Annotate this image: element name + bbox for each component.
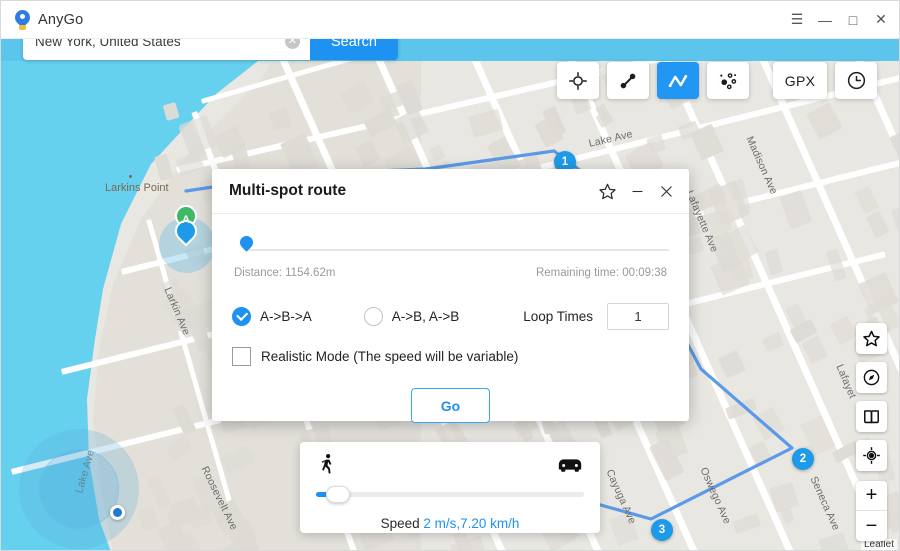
minimize-icon[interactable]: — [811,1,839,39]
close-icon[interactable] [658,183,675,200]
street-label: Seneca Ave [808,475,842,533]
poi-dot [129,175,132,178]
gps-locate-icon[interactable] [856,440,887,471]
map-pin-icon [15,10,30,30]
app-brand: AnyGo [1,10,83,30]
gps-accuracy-halo-inner [39,449,119,529]
radio-a-b-a-b-label: A->B, A->B [392,309,460,324]
radio-a-b-a-b[interactable]: A->B, A->B [364,307,460,326]
speed-endpoints [316,453,584,479]
slider-thumb[interactable] [326,486,350,503]
anygo-window: AnyGo ☰ — □ ✕ Lake AveLake AveLake AveLa… [0,0,900,551]
realistic-mode-checkbox[interactable]: Realistic Mode (The speed will be variab… [232,347,669,366]
jump-teleport-icon[interactable] [707,62,749,99]
window-controls: ☰ — □ ✕ [783,1,900,38]
dialog-title: Multi-spot route [229,182,346,200]
start-pin-icon[interactable]: A [175,205,197,235]
slider-track [316,492,584,497]
street-label: Madison Ave [744,135,780,197]
star-outline-icon[interactable] [598,182,617,201]
book-map-icon[interactable] [856,401,887,432]
start-location-group: A [159,205,219,267]
speed-readout: Speed 2 m/s,7.20 km/h [316,516,584,531]
route-marker-2[interactable]: 2 [792,448,814,470]
car-icon [556,454,584,479]
menu-icon[interactable]: ☰ [783,1,811,39]
checkbox-indicator [232,347,251,366]
zoom-controls: + − [856,481,887,541]
street-label: Lafayette Ave [683,189,720,254]
dialog-actions [598,182,675,201]
mode-toolbar: GPX [557,62,877,99]
speed-panel: Speed 2 m/s,7.20 km/h [300,442,600,533]
radio-a-b-a[interactable]: A->B->A [232,307,312,326]
title-bar: AnyGo ☰ — □ ✕ [1,1,900,39]
minimize-icon[interactable] [629,183,646,200]
distance-label: Distance: 1154.62m [234,267,335,279]
radio-indicator-selected [232,307,251,326]
dialog-body: Distance: 1154.62m Remaining time: 00:09… [212,214,689,423]
route-marker-3[interactable]: 3 [651,519,673,541]
street-label: Roosevelt Ave [199,464,240,532]
two-spot-route-icon[interactable] [607,62,649,99]
dialog-footer: Go [232,388,669,423]
app-title: AnyGo [38,12,83,28]
remaining-time-label: Remaining time: 00:09:38 [536,267,667,279]
speed-slider[interactable] [316,483,584,505]
street-label: Larkin Ave [161,286,192,337]
route-progress[interactable] [232,236,669,258]
realistic-mode-label: Realistic Mode (The speed will be variab… [261,349,518,364]
poi-label-larkins-point: Larkins Point [105,182,169,194]
zoom-out-button[interactable]: − [856,511,887,541]
street-label: Lake Ave [588,128,634,150]
street-label: Lafayet [833,363,858,401]
street-label: Oswego Ave [698,466,734,526]
map-side-controls: + − [856,323,887,541]
star-icon[interactable] [856,323,887,354]
radio-indicator [364,307,383,326]
street-label: Cayuga Ave [604,468,639,526]
route-progress-pin-icon [240,236,253,254]
multi-spot-route-icon[interactable] [657,62,699,99]
route-options-row: A->B->A A->B, A->B Loop Times [232,303,669,330]
close-icon[interactable]: ✕ [867,1,895,39]
speed-prefix: Speed [381,516,420,531]
clock-history-icon[interactable] [835,62,877,99]
loop-times-group: Loop Times [523,303,669,330]
crosshair-target-icon[interactable] [557,62,599,99]
multi-spot-route-dialog: Multi-spot route [212,169,689,421]
dialog-header: Multi-spot route [212,169,689,214]
go-button[interactable]: Go [411,388,490,423]
walking-person-icon [316,452,338,481]
loop-times-input[interactable] [607,303,669,330]
gpx-button[interactable]: GPX [773,62,827,99]
loop-times-label: Loop Times [523,309,593,324]
speed-value: 2 m/s,7.20 km/h [423,516,519,531]
maximize-icon[interactable]: □ [839,1,867,39]
compass-icon[interactable] [856,362,887,393]
gps-location-dot [110,505,125,520]
radio-a-b-a-label: A->B->A [260,309,312,324]
route-metrics: Distance: 1154.62m Remaining time: 00:09… [232,267,669,279]
progress-track [246,249,669,251]
zoom-in-button[interactable]: + [856,481,887,511]
